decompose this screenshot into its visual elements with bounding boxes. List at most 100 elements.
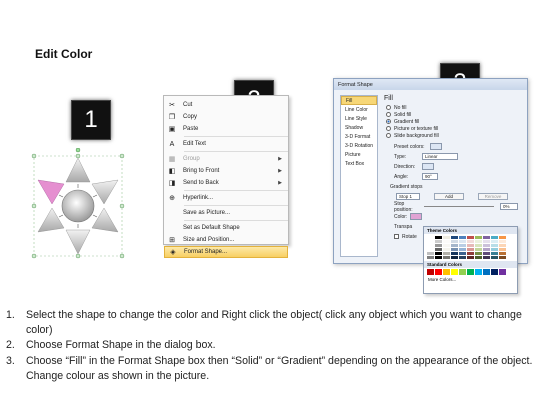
nav-fill[interactable]: Fill — [341, 96, 377, 105]
theme-color-swatch[interactable] — [483, 252, 490, 255]
theme-color-swatch[interactable] — [451, 240, 458, 243]
theme-color-swatch[interactable] — [467, 240, 474, 243]
theme-color-swatch[interactable] — [451, 244, 458, 247]
standard-color-swatch[interactable] — [475, 269, 482, 275]
theme-color-swatch[interactable] — [427, 236, 434, 239]
theme-color-swatch[interactable] — [427, 244, 434, 247]
menu-item-cut[interactable]: ✂ Cut — [164, 99, 288, 111]
theme-color-swatch[interactable] — [499, 256, 506, 259]
theme-color-swatch[interactable] — [459, 236, 466, 239]
nav-3d-rotation[interactable]: 3-D Rotation — [341, 141, 377, 150]
theme-color-swatch[interactable] — [499, 248, 506, 251]
theme-color-swatch[interactable] — [467, 252, 474, 255]
standard-color-row[interactable] — [424, 268, 517, 276]
theme-color-swatch[interactable] — [443, 252, 450, 255]
type-select[interactable]: Linear — [422, 153, 458, 160]
theme-color-swatch[interactable] — [483, 256, 490, 259]
menu-item-bring-to-front[interactable]: ◧ Bring to Front ▶ — [164, 165, 288, 177]
option-no-fill[interactable]: No fill — [386, 104, 524, 111]
theme-color-swatch[interactable] — [475, 256, 482, 259]
theme-color-swatch[interactable] — [427, 240, 434, 243]
theme-color-swatch[interactable] — [451, 256, 458, 259]
theme-color-swatch[interactable] — [483, 244, 490, 247]
theme-color-swatch[interactable] — [499, 244, 506, 247]
stop-position-input[interactable]: 0% — [500, 203, 518, 210]
standard-color-swatch[interactable] — [483, 269, 490, 275]
theme-color-swatch[interactable] — [499, 240, 506, 243]
theme-color-swatch[interactable] — [491, 236, 498, 239]
theme-color-swatch[interactable] — [435, 248, 442, 251]
option-solid-fill[interactable]: Solid fill — [386, 111, 524, 118]
remove-stop-button[interactable]: Remove — [478, 193, 508, 200]
theme-color-swatch[interactable] — [451, 236, 458, 239]
menu-item-hyperlink[interactable]: ⊕ Hyperlink... — [164, 192, 288, 204]
theme-color-swatch[interactable] — [483, 240, 490, 243]
theme-color-swatch[interactable] — [475, 248, 482, 251]
theme-color-swatch[interactable] — [443, 248, 450, 251]
standard-color-swatch[interactable] — [427, 269, 434, 275]
standard-color-swatch[interactable] — [443, 269, 450, 275]
theme-color-swatch[interactable] — [443, 256, 450, 259]
theme-color-swatch[interactable] — [427, 248, 434, 251]
standard-color-swatch[interactable] — [451, 269, 458, 275]
menu-item-set-default-shape[interactable]: Set as Default Shape — [164, 222, 288, 234]
theme-color-grid[interactable] — [424, 234, 517, 261]
theme-color-swatch[interactable] — [467, 236, 474, 239]
menu-item-copy[interactable]: ❐ Copy — [164, 111, 288, 123]
theme-color-swatch[interactable] — [467, 256, 474, 259]
menu-item-send-to-back[interactable]: ◨ Send to Back ▶ — [164, 177, 288, 189]
theme-color-swatch[interactable] — [491, 244, 498, 247]
option-gradient-fill[interactable]: Gradient fill — [386, 118, 524, 125]
theme-color-swatch[interactable] — [435, 252, 442, 255]
standard-color-swatch[interactable] — [499, 269, 506, 275]
menu-item-size-position[interactable]: ⊞ Size and Position... — [164, 234, 288, 246]
theme-color-swatch[interactable] — [443, 236, 450, 239]
theme-color-swatch[interactable] — [427, 252, 434, 255]
selected-star-shape[interactable] — [28, 147, 128, 268]
theme-color-swatch[interactable] — [467, 248, 474, 251]
theme-color-swatch[interactable] — [467, 244, 474, 247]
option-slide-background-fill[interactable]: Slide background fill — [386, 132, 524, 139]
theme-color-swatch[interactable] — [499, 252, 506, 255]
add-stop-button[interactable]: Add — [434, 193, 464, 200]
checkbox-icon[interactable] — [394, 234, 399, 239]
theme-color-swatch[interactable] — [483, 248, 490, 251]
nav-text-box[interactable]: Text Box — [341, 159, 377, 168]
theme-color-swatch[interactable] — [459, 248, 466, 251]
theme-color-swatch[interactable] — [499, 236, 506, 239]
nav-shadow[interactable]: Shadow — [341, 123, 377, 132]
theme-color-swatch[interactable] — [483, 236, 490, 239]
theme-color-swatch[interactable] — [475, 236, 482, 239]
nav-line-style[interactable]: Line Style — [341, 114, 377, 123]
theme-color-swatch[interactable] — [435, 240, 442, 243]
direction-button[interactable] — [422, 163, 434, 170]
menu-item-edit-text[interactable]: A Edit Text — [164, 138, 288, 150]
color-picker-button[interactable] — [410, 213, 422, 220]
theme-color-swatch[interactable] — [435, 236, 442, 239]
theme-color-swatch[interactable] — [443, 240, 450, 243]
theme-color-swatch[interactable] — [475, 240, 482, 243]
stop-position-slider[interactable] — [424, 206, 494, 207]
theme-color-swatch[interactable] — [435, 244, 442, 247]
menu-item-group[interactable]: ▦ Group ▶ — [164, 153, 288, 165]
theme-color-swatch[interactable] — [427, 256, 434, 259]
menu-item-paste[interactable]: ▣ Paste — [164, 123, 288, 135]
theme-color-swatch[interactable] — [451, 252, 458, 255]
theme-color-swatch[interactable] — [491, 240, 498, 243]
option-picture-fill[interactable]: Picture or texture fill — [386, 125, 524, 132]
theme-color-swatch[interactable] — [475, 252, 482, 255]
angle-input[interactable]: 90° — [422, 173, 438, 180]
theme-color-swatch[interactable] — [459, 244, 466, 247]
menu-item-format-shape[interactable]: ◈ Format Shape... — [164, 246, 288, 258]
theme-color-swatch[interactable] — [475, 244, 482, 247]
preset-colors-button[interactable] — [430, 143, 442, 150]
standard-color-swatch[interactable] — [459, 269, 466, 275]
theme-color-swatch[interactable] — [459, 252, 466, 255]
theme-color-swatch[interactable] — [459, 240, 466, 243]
standard-color-swatch[interactable] — [435, 269, 442, 275]
theme-color-swatch[interactable] — [451, 248, 458, 251]
standard-color-swatch[interactable] — [491, 269, 498, 275]
menu-item-save-as-picture[interactable]: Save as Picture... — [164, 207, 288, 219]
theme-color-swatch[interactable] — [443, 244, 450, 247]
theme-color-swatch[interactable] — [459, 256, 466, 259]
